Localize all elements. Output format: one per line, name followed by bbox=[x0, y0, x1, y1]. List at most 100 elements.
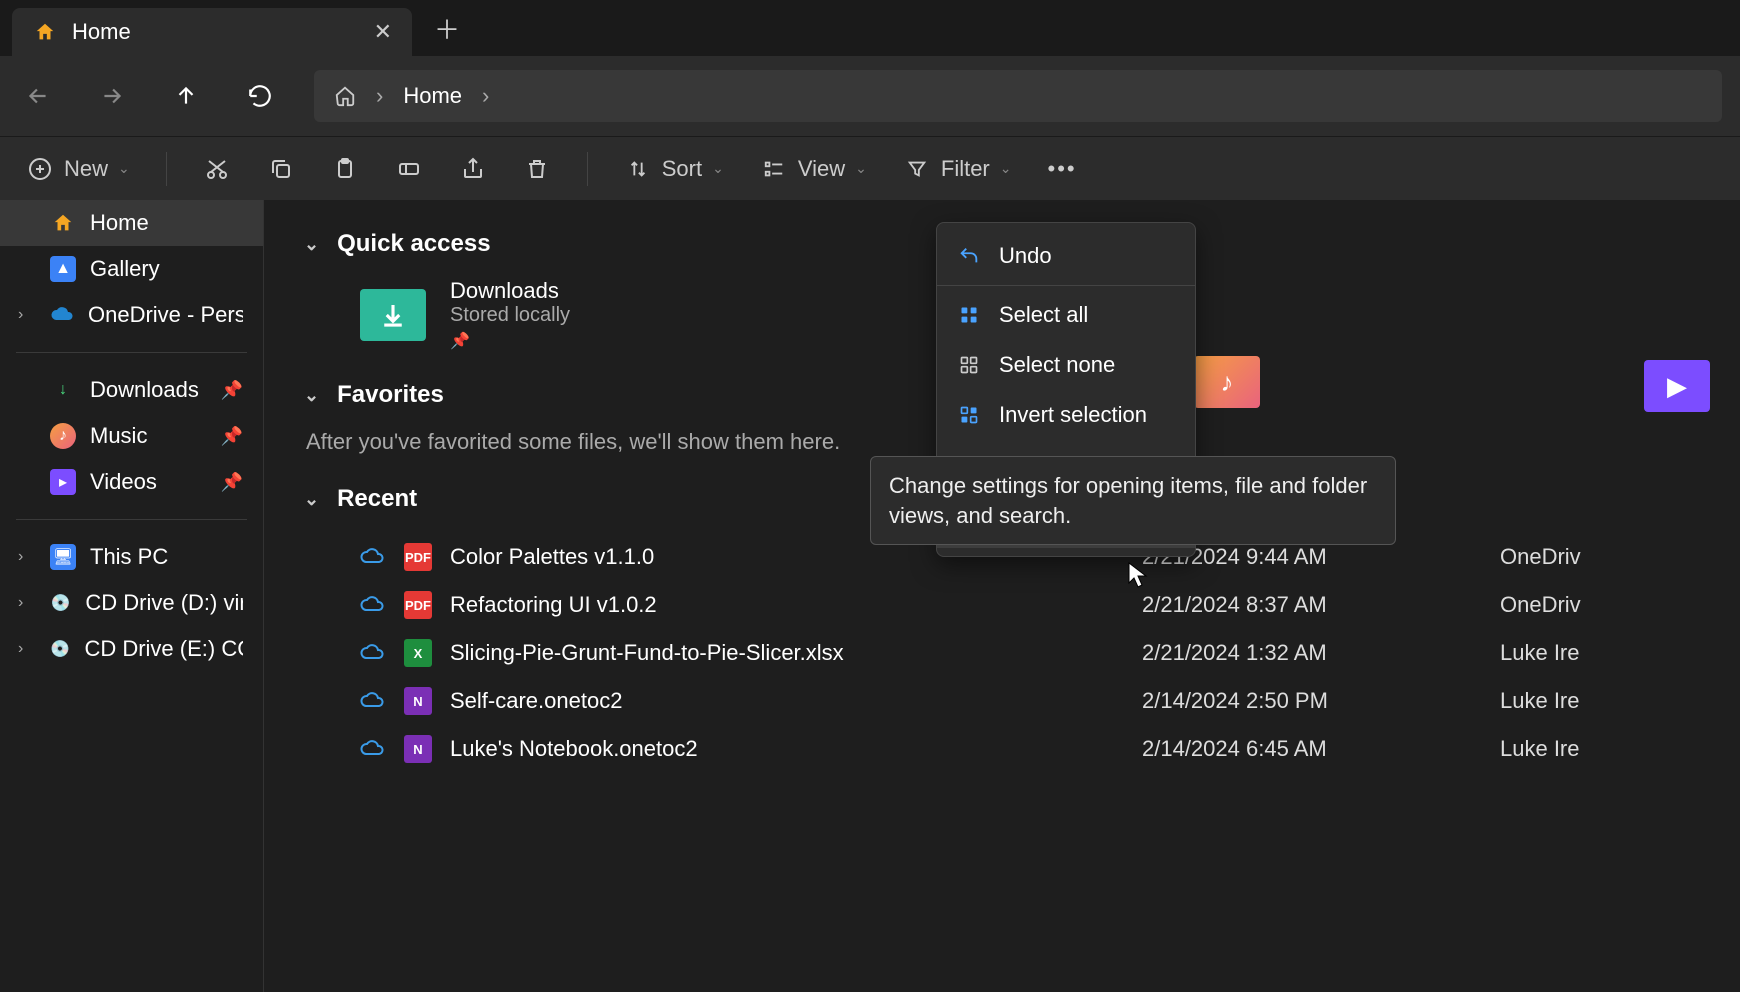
menu-undo[interactable]: Undo bbox=[937, 231, 1195, 281]
tabs-bar: Home ✕ ＋ bbox=[0, 0, 1740, 56]
cloud-icon bbox=[360, 692, 386, 710]
download-icon: ↓ bbox=[50, 377, 76, 403]
recent-file-row[interactable]: NLuke's Notebook.onetoc22/14/2024 6:45 A… bbox=[304, 725, 1700, 773]
pin-icon[interactable]: 📌 bbox=[221, 426, 243, 447]
chevron-down-icon[interactable]: ⌄ bbox=[304, 489, 319, 510]
cloud-icon bbox=[360, 740, 386, 758]
disc-icon: 💿 bbox=[50, 636, 70, 662]
separator bbox=[587, 152, 588, 186]
pin-icon[interactable]: 📌 bbox=[221, 380, 243, 401]
sidebar: Home ▲ Gallery › OneDrive - Persona ↓ Do… bbox=[0, 200, 264, 992]
separator bbox=[166, 152, 167, 186]
new-tab-button[interactable]: ＋ bbox=[434, 10, 460, 47]
file-date: 2/14/2024 6:45 AM bbox=[1142, 736, 1482, 762]
sidebar-item-label: Home bbox=[90, 210, 149, 236]
view-button[interactable]: View ⌄ bbox=[760, 155, 867, 183]
file-date: 2/14/2024 2:50 PM bbox=[1142, 688, 1482, 714]
chevron-right-icon[interactable]: › bbox=[18, 640, 23, 658]
close-tab-button[interactable]: ✕ bbox=[374, 19, 392, 45]
video-icon: ▸ bbox=[50, 469, 76, 495]
tab-home[interactable]: Home ✕ bbox=[12, 8, 412, 56]
sidebar-item-label: CD Drive (E:) CCCO bbox=[84, 636, 243, 662]
recent-file-row[interactable]: PDFRefactoring UI v1.0.22/21/2024 8:37 A… bbox=[304, 581, 1700, 629]
menu-label: Undo bbox=[999, 243, 1052, 269]
chevron-right-icon[interactable]: › bbox=[482, 83, 489, 109]
file-date: 2/21/2024 1:32 AM bbox=[1142, 640, 1482, 666]
sidebar-item-thispc[interactable]: › 🖥 This PC bbox=[0, 534, 263, 580]
undo-icon bbox=[957, 245, 981, 267]
menu-label: Invert selection bbox=[999, 402, 1147, 428]
home-icon bbox=[32, 19, 58, 45]
quick-access-music-folder-icon[interactable]: ♪ bbox=[1194, 356, 1260, 408]
rename-button[interactable] bbox=[395, 155, 423, 183]
sidebar-item-cd-d[interactable]: › 💿 CD Drive (D:) virtio- bbox=[0, 580, 263, 626]
sidebar-item-videos[interactable]: ▸ Videos 📌 bbox=[0, 459, 263, 505]
toolbar: New ⌄ Sort ⌄ View ⌄ Filter ⌄ ••• bbox=[0, 136, 1740, 200]
chevron-down-icon: ⌄ bbox=[712, 160, 724, 177]
breadcrumb[interactable]: › Home › bbox=[314, 70, 1722, 122]
quick-access-videos-folder-icon[interactable]: ▶ bbox=[1644, 360, 1710, 412]
menu-label: Select all bbox=[999, 302, 1088, 328]
delete-button[interactable] bbox=[523, 155, 551, 183]
breadcrumb-home-icon[interactable] bbox=[334, 85, 356, 107]
filter-label: Filter bbox=[941, 156, 990, 182]
sidebar-item-downloads[interactable]: ↓ Downloads 📌 bbox=[0, 367, 263, 413]
chevron-right-icon[interactable]: › bbox=[18, 594, 23, 612]
sidebar-item-label: Music bbox=[90, 423, 147, 449]
recent-file-row[interactable]: NSelf-care.onetoc22/14/2024 2:50 PMLuke … bbox=[304, 677, 1700, 725]
file-location: Luke Ire bbox=[1500, 736, 1700, 762]
recent-file-row[interactable]: XSlicing-Pie-Grunt-Fund-to-Pie-Slicer.xl… bbox=[304, 629, 1700, 677]
sidebar-item-music[interactable]: ♪ Music 📌 bbox=[0, 413, 263, 459]
divider bbox=[16, 352, 247, 353]
more-button[interactable]: ••• bbox=[1048, 156, 1077, 182]
pc-icon: 🖥 bbox=[50, 544, 76, 570]
chevron-down-icon: ⌄ bbox=[1000, 160, 1012, 177]
onedrive-icon bbox=[50, 302, 74, 328]
new-label: New bbox=[64, 156, 108, 182]
up-button[interactable] bbox=[166, 76, 206, 116]
chevron-down-icon: ⌄ bbox=[855, 160, 867, 177]
file-type-icon: PDF bbox=[404, 543, 432, 571]
chevron-right-icon[interactable]: › bbox=[18, 306, 23, 324]
sort-button[interactable]: Sort ⌄ bbox=[624, 155, 724, 183]
gallery-icon: ▲ bbox=[50, 256, 76, 282]
sidebar-item-label: Gallery bbox=[90, 256, 160, 282]
invert-selection-icon bbox=[957, 405, 981, 425]
breadcrumb-item[interactable]: Home bbox=[403, 83, 462, 109]
sidebar-item-label: Videos bbox=[90, 469, 157, 495]
new-button[interactable]: New ⌄ bbox=[26, 155, 130, 183]
copy-button[interactable] bbox=[267, 155, 295, 183]
chevron-right-icon[interactable]: › bbox=[18, 548, 23, 566]
sidebar-item-label: Downloads bbox=[90, 377, 199, 403]
sidebar-item-cd-e[interactable]: › 💿 CD Drive (E:) CCCO bbox=[0, 626, 263, 672]
sidebar-item-label: This PC bbox=[90, 544, 168, 570]
forward-button[interactable] bbox=[92, 76, 132, 116]
chevron-down-icon[interactable]: ⌄ bbox=[304, 385, 319, 406]
menu-invert-selection[interactable]: Invert selection bbox=[937, 390, 1195, 440]
filter-icon bbox=[903, 155, 931, 183]
disc-icon: 💿 bbox=[50, 590, 71, 616]
file-date: 2/21/2024 8:37 AM bbox=[1142, 592, 1482, 618]
cloud-icon bbox=[360, 596, 386, 614]
recent-list: PDFColor Palettes v1.1.02/21/2024 9:44 A… bbox=[304, 533, 1700, 773]
chevron-down-icon: ⌄ bbox=[118, 160, 130, 177]
sidebar-item-gallery[interactable]: ▲ Gallery bbox=[0, 246, 263, 292]
menu-select-all[interactable]: Select all bbox=[937, 290, 1195, 340]
view-label: View bbox=[798, 156, 845, 182]
filter-button[interactable]: Filter ⌄ bbox=[903, 155, 1012, 183]
sort-label: Sort bbox=[662, 156, 702, 182]
menu-select-none[interactable]: Select none bbox=[937, 340, 1195, 390]
back-button[interactable] bbox=[18, 76, 58, 116]
chevron-down-icon[interactable]: ⌄ bbox=[304, 234, 319, 255]
section-title: Favorites bbox=[337, 381, 444, 409]
cut-button[interactable] bbox=[203, 155, 231, 183]
file-location: Luke Ire bbox=[1500, 688, 1700, 714]
paste-button[interactable] bbox=[331, 155, 359, 183]
pin-icon[interactable]: 📌 bbox=[221, 472, 243, 493]
share-button[interactable] bbox=[459, 155, 487, 183]
refresh-button[interactable] bbox=[240, 76, 280, 116]
menu-label: Select none bbox=[999, 352, 1115, 378]
file-location: OneDriv bbox=[1500, 544, 1700, 570]
sidebar-item-onedrive[interactable]: › OneDrive - Persona bbox=[0, 292, 263, 338]
sidebar-item-home[interactable]: Home bbox=[0, 200, 263, 246]
